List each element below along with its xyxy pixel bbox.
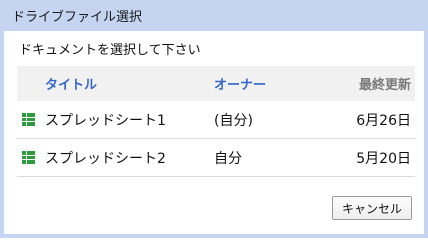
dialog-footer: キャンセル — [331, 196, 412, 220]
file-name: スプレッドシート1 — [45, 112, 166, 129]
file-table: タイトル オーナー 最終更新 スプレッドシート1 (自分) 6月26日 スプレッ… — [17, 66, 415, 177]
select-prompt: ドキュメントを選択して下さい — [17, 31, 412, 66]
prompt-text: ドキュメントを選択して下さい — [19, 43, 201, 58]
file-picker-dialog: ドライブファイル選択 ドキュメントを選択して下さい タイトル オーナー 最終更新 — [0, 0, 428, 238]
updated-cell: 6月26日 — [356, 112, 411, 129]
file-name-cell: スプレッドシート2 — [17, 148, 214, 168]
owner-cell: 自分 — [214, 150, 242, 167]
table-header: タイトル オーナー 最終更新 — [17, 66, 415, 101]
cancel-button[interactable]: キャンセル — [331, 196, 412, 220]
table-row[interactable]: スプレッドシート2 自分 5月20日 — [17, 139, 415, 177]
owner-cell: (自分) — [214, 112, 253, 129]
spreadsheet-icon — [22, 113, 35, 126]
file-name-cell: スプレッドシート1 — [17, 110, 214, 130]
updated-cell: 5月20日 — [356, 150, 411, 167]
column-header-title[interactable]: タイトル — [17, 74, 214, 93]
spreadsheet-icon — [22, 151, 35, 164]
table-row[interactable]: スプレッドシート1 (自分) 6月26日 — [17, 101, 415, 139]
column-header-updated: 最終更新 — [358, 78, 411, 93]
dialog-title-bar: ドライブファイル選択 — [4, 0, 424, 31]
column-header-owner[interactable]: オーナー — [214, 74, 334, 93]
dialog-body: ドキュメントを選択して下さい タイトル オーナー 最終更新 スプレッドシート1 … — [4, 31, 424, 234]
file-name: スプレッドシート2 — [45, 150, 166, 167]
dialog-title: ドライブファイル選択 — [12, 10, 143, 25]
